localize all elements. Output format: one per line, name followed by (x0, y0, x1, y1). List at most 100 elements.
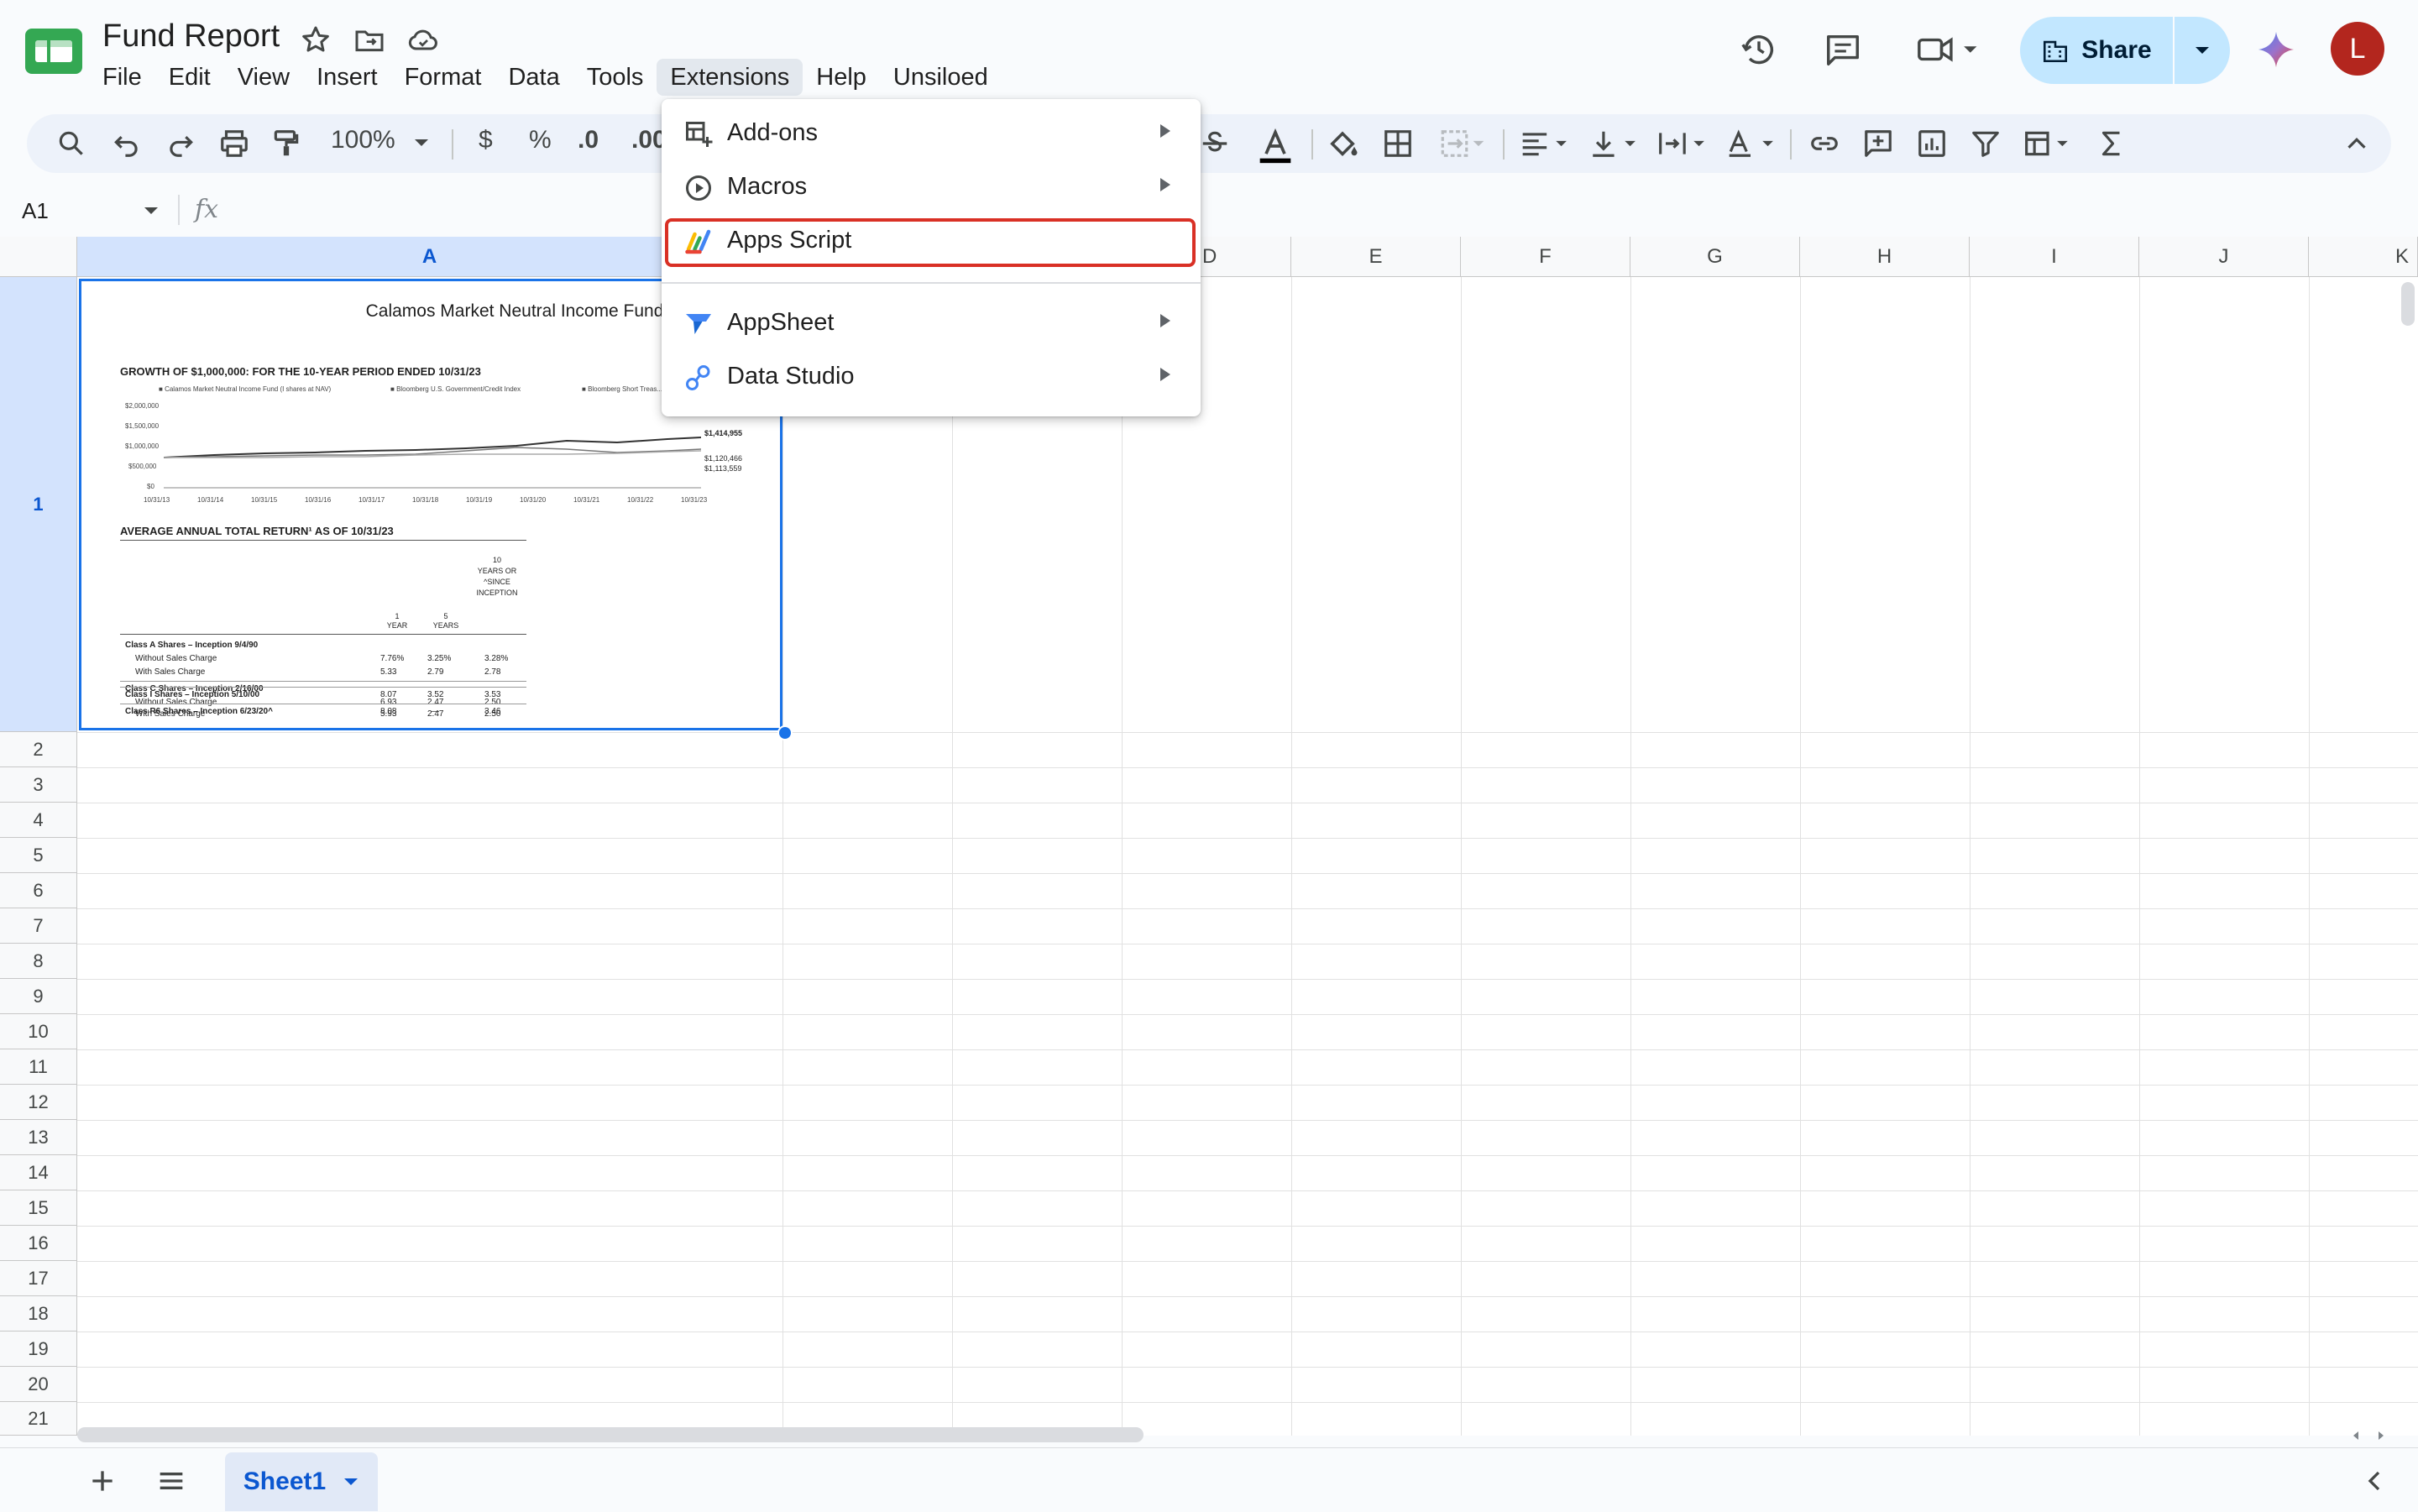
spreadsheet-grid[interactable]: A D E F G H I J K 1 2 3 4 5 6 7 8 9 10 1… (0, 237, 2418, 1436)
column-header-f[interactable]: F (1461, 237, 1630, 277)
menu-edit[interactable]: Edit (155, 59, 224, 96)
row-header-8[interactable]: 8 (0, 944, 77, 979)
select-all-corner[interactable] (0, 237, 77, 277)
menu-tools[interactable]: Tools (573, 59, 657, 96)
column-header-e[interactable]: E (1291, 237, 1461, 277)
row-header-21[interactable]: 21 (0, 1402, 77, 1436)
vertical-align-icon[interactable] (1587, 128, 1639, 160)
row-header-10[interactable]: 10 (0, 1014, 77, 1049)
sheet-tab-sheet1[interactable]: Sheet1 (225, 1452, 378, 1511)
menu-data[interactable]: Data (495, 59, 573, 96)
comments-icon[interactable] (1824, 30, 1862, 69)
menu-extensions[interactable]: Extensions (657, 59, 803, 96)
document-title[interactable]: Fund Report (102, 18, 280, 55)
percent-format-button[interactable]: % (529, 126, 552, 154)
print-icon[interactable] (218, 128, 250, 160)
menu-insert[interactable]: Insert (303, 59, 391, 96)
gemini-icon[interactable] (2257, 30, 2295, 69)
column-header-j[interactable]: J (2139, 237, 2309, 277)
merge-cells-icon[interactable] (1437, 128, 1488, 160)
name-box-chevron-icon[interactable] (143, 205, 160, 217)
functions-icon[interactable] (2096, 128, 2128, 160)
all-sheets-icon[interactable] (154, 1464, 188, 1498)
column-header-k[interactable]: K (2309, 237, 2418, 277)
menu-file[interactable]: File (89, 59, 155, 96)
row-header-15[interactable]: 15 (0, 1190, 77, 1226)
row-header-3[interactable]: 3 (0, 767, 77, 803)
side-panel-collapse-icon[interactable] (2358, 1464, 2391, 1498)
sheets-logo-icon[interactable] (25, 29, 82, 74)
name-box[interactable]: A1 (22, 198, 49, 224)
row-header-11[interactable]: 11 (0, 1049, 77, 1085)
cloud-saved-icon[interactable] (406, 24, 440, 57)
menu-item-add-ons[interactable]: Add-ons (662, 107, 1201, 161)
horizontal-align-icon[interactable] (1518, 128, 1570, 160)
strikethrough-icon[interactable] (1199, 128, 1231, 160)
undo-icon[interactable] (111, 128, 143, 160)
row-header-16[interactable]: 16 (0, 1226, 77, 1261)
y-tick: $0 (147, 483, 154, 490)
x-tick: 10/31/14 (197, 496, 224, 504)
text-rotation-icon[interactable] (1725, 128, 1777, 160)
row-header-19[interactable]: 19 (0, 1332, 77, 1367)
collapse-toolbar-icon[interactable] (2341, 128, 2373, 160)
user-avatar[interactable]: L (2331, 22, 2384, 76)
row-header-2[interactable]: 2 (0, 732, 77, 767)
insert-comment-icon[interactable] (1862, 128, 1894, 160)
row-header-9[interactable]: 9 (0, 979, 77, 1014)
zoom-chevron-icon[interactable] (413, 136, 430, 149)
row-header-12[interactable]: 12 (0, 1085, 77, 1120)
borders-icon[interactable] (1382, 128, 1414, 160)
row-header-13[interactable]: 13 (0, 1120, 77, 1155)
fill-color-icon[interactable] (1325, 128, 1358, 160)
row-header-14[interactable]: 14 (0, 1155, 77, 1190)
row-header-1[interactable]: 1 (0, 277, 77, 732)
toolbar-divider (1503, 129, 1505, 160)
filter-views-icon[interactable] (2022, 128, 2074, 160)
row-header-5[interactable]: 5 (0, 838, 77, 873)
row-header-6[interactable]: 6 (0, 873, 77, 908)
search-icon[interactable] (55, 128, 87, 160)
share-dropdown-button[interactable] (2175, 17, 2230, 84)
menu-item-appsheet[interactable]: AppSheet (662, 297, 1201, 351)
appsheet-label: AppSheet (727, 309, 835, 336)
row-header-17[interactable]: 17 (0, 1261, 77, 1296)
sheet-tab-chevron-icon[interactable] (343, 1477, 359, 1487)
menu-unsiloed[interactable]: Unsiloed (880, 59, 1002, 96)
column-header-h[interactable]: H (1800, 237, 1970, 277)
zoom-select[interactable]: 100% (331, 126, 395, 154)
add-sheet-icon[interactable] (86, 1464, 119, 1498)
currency-format-button[interactable]: $ (479, 126, 493, 154)
row-header-7[interactable]: 7 (0, 908, 77, 944)
star-icon[interactable] (299, 24, 332, 57)
text-color-icon[interactable] (1256, 128, 1291, 164)
insert-chart-icon[interactable] (1916, 128, 1948, 160)
column-header-i[interactable]: I (1970, 237, 2139, 277)
horizontal-scrollbar[interactable] (77, 1427, 1144, 1442)
meet-video-icon[interactable] (1916, 30, 1983, 69)
selection-resize-handle[interactable] (777, 725, 793, 740)
menu-item-data-studio[interactable]: Data Studio (662, 351, 1201, 405)
decrease-decimal-button[interactable]: .0 (578, 126, 599, 154)
move-folder-icon[interactable] (353, 24, 386, 57)
row-header-20[interactable]: 20 (0, 1367, 77, 1402)
filter-icon[interactable] (1970, 128, 2002, 160)
col-1-year: 1 YEAR (386, 612, 408, 630)
column-header-g[interactable]: G (1630, 237, 1800, 277)
row-header-4[interactable]: 4 (0, 803, 77, 838)
text-wrapping-icon[interactable] (1656, 128, 1708, 160)
scroll-right-icon[interactable] (2373, 1427, 2389, 1444)
row-header-18[interactable]: 18 (0, 1296, 77, 1332)
version-history-icon[interactable] (1740, 30, 1778, 69)
x-tick: 10/31/21 (573, 496, 600, 504)
menu-help[interactable]: Help (803, 59, 880, 96)
share-button[interactable]: Share (2020, 17, 2173, 84)
menu-item-macros[interactable]: Macros (662, 161, 1201, 215)
insert-link-icon[interactable] (1808, 128, 1840, 160)
vertical-scrollbar[interactable] (2401, 282, 2415, 326)
menu-format[interactable]: Format (391, 59, 495, 96)
redo-icon[interactable] (165, 128, 196, 160)
menu-view[interactable]: View (224, 59, 303, 96)
scroll-left-icon[interactable] (2347, 1427, 2364, 1444)
paint-format-icon[interactable] (270, 128, 302, 160)
